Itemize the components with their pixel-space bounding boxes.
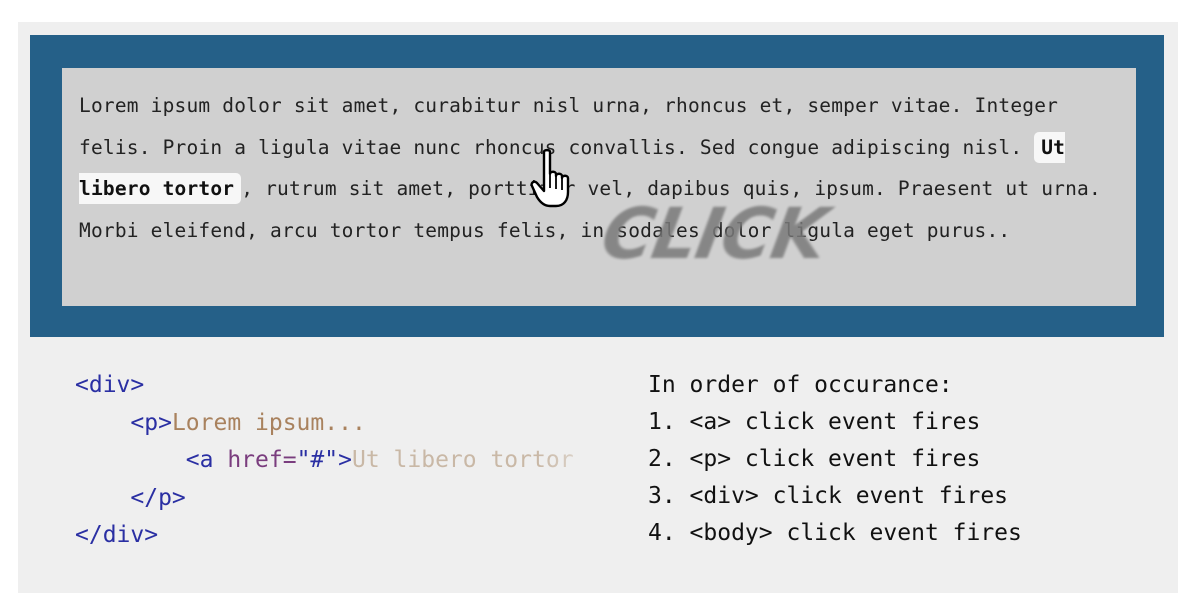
event-order-item: 2. <p> click event fires xyxy=(648,446,981,472)
code-line-a-tag: <a href="#">Ut libero tortor xyxy=(185,447,574,473)
code-line-div-close: </div> xyxy=(75,522,159,548)
lorem-paragraph: Lorem ipsum dolor sit amet, curabitur ni… xyxy=(79,85,1129,251)
event-order-item: 3. <div> click event fires xyxy=(648,483,1009,509)
code-line-p-close: </p> xyxy=(130,484,186,511)
event-order-item: 1. <a> click event fires xyxy=(648,409,981,435)
html-code-snippet: <div> <p>Lorem ipsum... <a href="#">Ut l… xyxy=(75,367,574,555)
code-fade-mask xyxy=(538,427,638,467)
div-container: Lorem ipsum dolor sit amet, curabitur ni… xyxy=(30,35,1164,337)
code-line-div-open: <div> xyxy=(75,372,145,398)
hand-pointer-icon xyxy=(530,148,570,208)
event-order-title: In order of occurance: xyxy=(648,372,953,398)
event-order-item: 4. <body> click event fires xyxy=(648,520,1022,546)
code-line-p-open: <p>Lorem ipsum... xyxy=(130,409,366,436)
event-order-list: In order of occurance: 1. <a> click even… xyxy=(648,367,1022,552)
diagram-canvas: Lorem ipsum dolor sit amet, curabitur ni… xyxy=(18,22,1178,593)
paragraph-box: Lorem ipsum dolor sit amet, curabitur ni… xyxy=(62,68,1136,306)
